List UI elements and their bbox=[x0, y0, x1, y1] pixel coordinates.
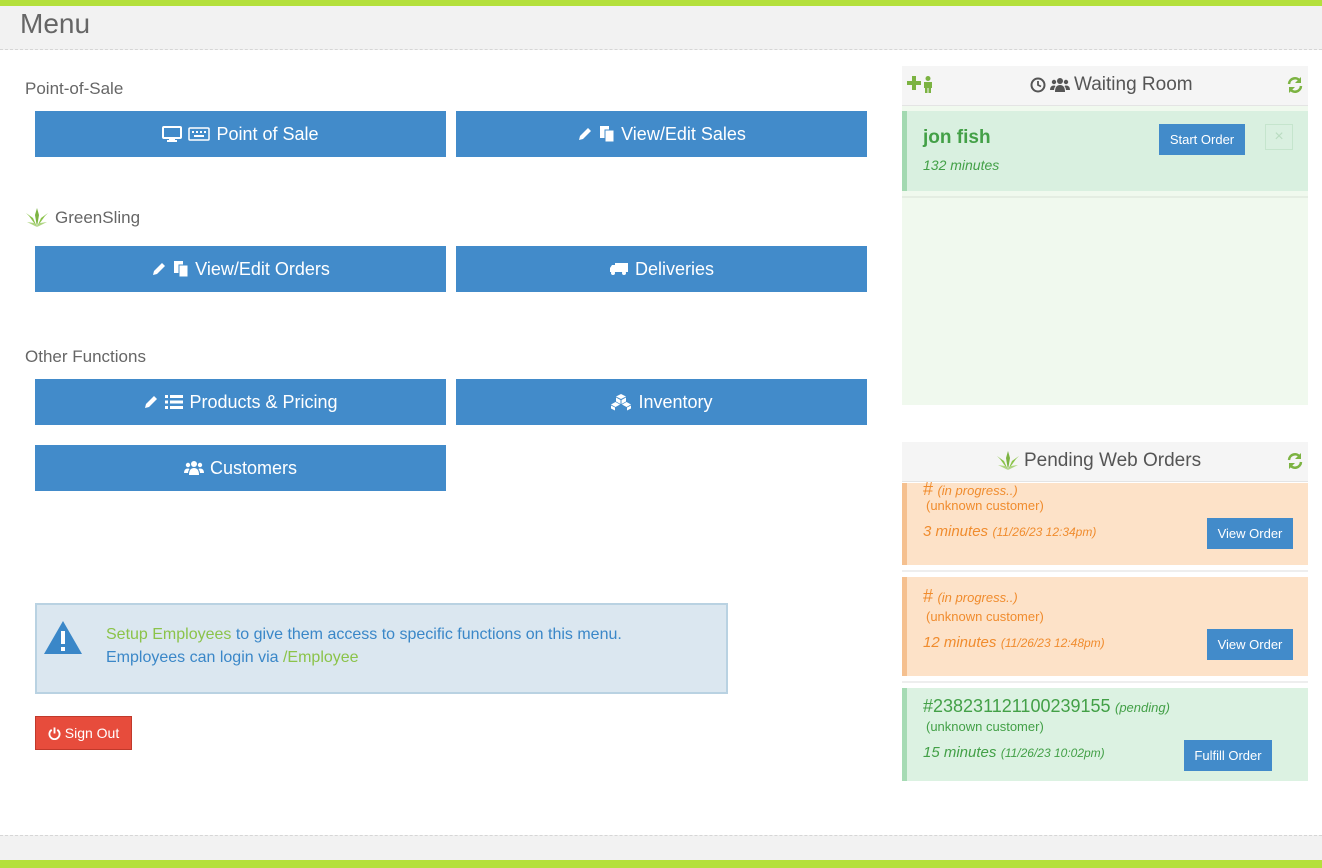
order-age-row: 12 minutes (11/26/23 12:48pm) bbox=[923, 634, 1105, 652]
pending-orders-header: Pending Web Orders bbox=[902, 442, 1308, 482]
dismiss-button[interactable]: × bbox=[1265, 124, 1293, 150]
refresh-icon[interactable] bbox=[1286, 76, 1304, 94]
keyboard-icon bbox=[188, 127, 211, 141]
order-age: 15 minutes bbox=[923, 744, 997, 761]
info-text-1: to give them access to specific function… bbox=[231, 626, 622, 643]
waiting-customer-card: jon fish 132 minutes Start Order × bbox=[902, 111, 1308, 191]
deliveries-label: Deliveries bbox=[634, 258, 715, 279]
employee-info-alert: Setup Employees to give them access to s… bbox=[35, 603, 728, 694]
view-edit-orders-label: View/Edit Orders bbox=[195, 258, 330, 279]
section-label-greensling: GreenSling bbox=[55, 208, 141, 227]
pending-order-card: #238231121100239155 (pending) (unknown c… bbox=[902, 688, 1308, 781]
customers-button[interactable]: Customers bbox=[35, 445, 446, 491]
section-label-greensling-wrap: GreenSling bbox=[25, 207, 140, 229]
order-age-row: 3 minutes (11/26/23 12:34pm) bbox=[923, 523, 1096, 541]
page-header: Menu bbox=[0, 6, 1322, 50]
order-status: (in progress..) bbox=[937, 483, 1018, 498]
order-divider bbox=[902, 681, 1308, 683]
order-number-row: #238231121100239155 (pending) bbox=[923, 696, 1170, 717]
page-title: Menu bbox=[20, 8, 91, 39]
order-customer: (unknown customer) bbox=[926, 609, 1044, 624]
inventory-button[interactable]: Inventory bbox=[456, 379, 867, 425]
view-order-button[interactable]: View Order bbox=[1207, 629, 1293, 660]
list-icon bbox=[165, 395, 184, 409]
waiting-customer-name: jon fish bbox=[923, 127, 991, 148]
pencil-icon bbox=[145, 396, 158, 408]
pending-orders-title: Pending Web Orders bbox=[1024, 450, 1202, 471]
products-pricing-label: Products & Pricing bbox=[189, 391, 338, 412]
info-text-2: Employees can login via bbox=[106, 649, 283, 666]
view-edit-sales-label: View/Edit Sales bbox=[621, 123, 746, 144]
pending-orders-title-wrap: Pending Web Orders bbox=[996, 450, 1201, 472]
pencil-icon bbox=[579, 128, 592, 140]
products-pricing-button[interactable]: Products & Pricing bbox=[35, 379, 446, 425]
order-number-row: # (in progress..) bbox=[923, 586, 1018, 607]
point-of-sale-button[interactable]: Point of Sale bbox=[35, 111, 446, 157]
order-customer: (unknown customer) bbox=[926, 719, 1044, 734]
waiting-room-title-wrap: Waiting Room bbox=[1030, 74, 1193, 96]
view-edit-orders-button[interactable]: View/Edit Orders bbox=[35, 246, 446, 292]
point-of-sale-label: Point of Sale bbox=[216, 123, 319, 144]
monitor-icon bbox=[162, 126, 183, 142]
inventory-label: Inventory bbox=[638, 391, 713, 412]
truck-icon bbox=[609, 263, 628, 275]
waiting-room-divider bbox=[902, 196, 1308, 198]
leaf-logo-icon bbox=[26, 208, 48, 227]
order-age: 12 minutes bbox=[923, 634, 997, 651]
bottom-accent-bar bbox=[0, 860, 1322, 868]
copy-icon bbox=[174, 261, 189, 278]
waiting-room-header: Waiting Room bbox=[902, 66, 1308, 106]
setup-employees-link[interactable]: Setup Employees bbox=[106, 626, 231, 643]
users-icon bbox=[183, 461, 204, 475]
order-status: (in progress..) bbox=[937, 590, 1018, 605]
deliveries-button[interactable]: Deliveries bbox=[456, 246, 867, 292]
order-number: #238231121100239155 bbox=[923, 696, 1111, 716]
pending-order-card: # (in progress..) (unknown customer) 12 … bbox=[902, 577, 1308, 676]
refresh-icon[interactable] bbox=[1286, 452, 1304, 470]
users-icon bbox=[1050, 78, 1070, 92]
sign-out-button[interactable]: Sign Out bbox=[35, 716, 132, 750]
section-label-other: Other Functions bbox=[25, 347, 146, 366]
order-time: (11/26/23 10:02pm) bbox=[1000, 746, 1105, 760]
order-time: (11/26/23 12:48pm) bbox=[1000, 636, 1105, 650]
waiting-customer-time: 132 minutes bbox=[923, 157, 1000, 173]
pencil-icon bbox=[153, 263, 166, 275]
copy-icon bbox=[600, 126, 615, 143]
order-status: (pending) bbox=[1115, 700, 1170, 715]
leaf-logo-icon bbox=[997, 451, 1019, 470]
clock-icon bbox=[1030, 77, 1046, 93]
employee-login-link[interactable]: /Employee bbox=[283, 649, 359, 666]
plus-icon bbox=[907, 76, 921, 90]
warning-icon bbox=[44, 621, 82, 654]
view-edit-sales-button[interactable]: View/Edit Sales bbox=[456, 111, 867, 157]
order-age: 3 minutes bbox=[923, 523, 989, 540]
order-customer: (unknown customer) bbox=[926, 498, 1044, 513]
pending-order-card: # (in progress..) (unknown customer) 3 m… bbox=[902, 479, 1308, 565]
order-number-row: # (in progress..) bbox=[923, 479, 1018, 500]
section-label-pos: Point-of-Sale bbox=[25, 79, 124, 98]
page-footer bbox=[0, 835, 1322, 860]
power-icon bbox=[48, 726, 61, 740]
start-order-button[interactable]: Start Order bbox=[1159, 124, 1245, 155]
order-divider bbox=[902, 570, 1308, 572]
waiting-room-title: Waiting Room bbox=[1074, 74, 1193, 95]
cubes-icon bbox=[611, 394, 632, 411]
person-icon bbox=[924, 76, 932, 93]
sign-out-label: Sign Out bbox=[64, 725, 120, 741]
order-age-row: 15 minutes (11/26/23 10:02pm) bbox=[923, 744, 1105, 762]
order-time: (11/26/23 12:34pm) bbox=[992, 525, 1097, 539]
customers-label: Customers bbox=[209, 457, 298, 478]
order-number: # bbox=[923, 479, 934, 499]
add-person-button[interactable] bbox=[907, 76, 933, 93]
info-text: Setup Employees to give them access to s… bbox=[106, 623, 622, 669]
view-order-button[interactable]: View Order bbox=[1207, 518, 1293, 549]
fulfill-order-button[interactable]: Fulfill Order bbox=[1184, 740, 1272, 771]
order-number: # bbox=[923, 586, 934, 606]
